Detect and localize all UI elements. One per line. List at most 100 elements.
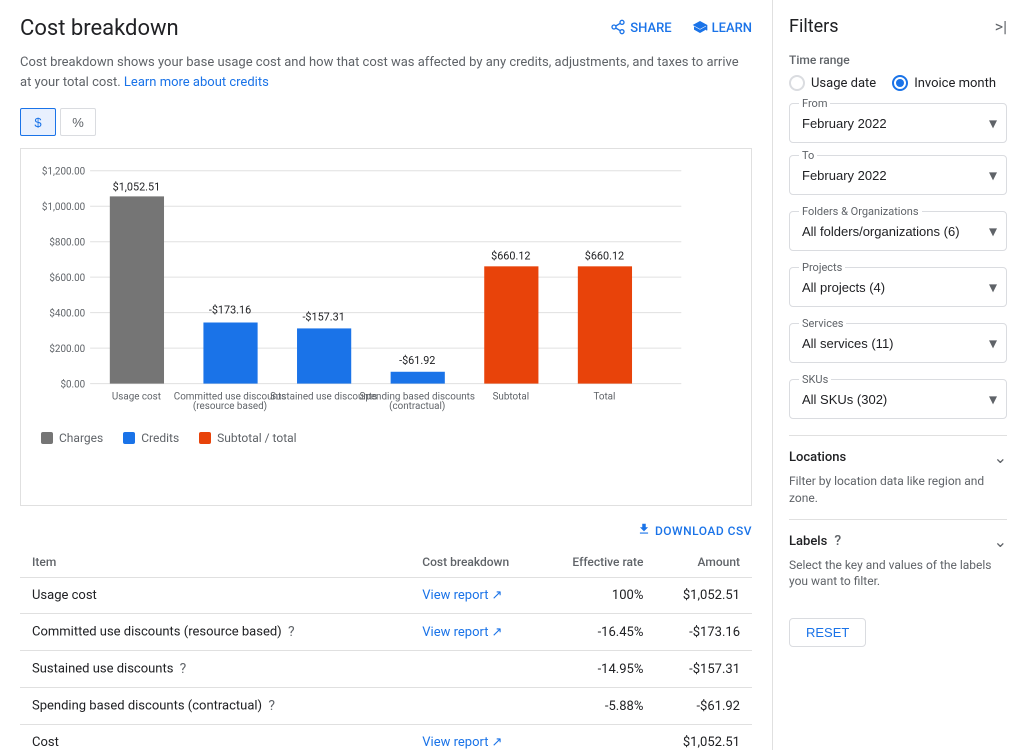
col-amount: Amount <box>655 547 752 578</box>
bar-chart: $1,200.00 $1,000.00 $800.00 $600.00 $400… <box>31 159 701 419</box>
usage-date-radio[interactable]: Usage date <box>789 75 876 91</box>
subtotal-legend-dot <box>199 432 211 444</box>
svg-text:$1,052.51: $1,052.51 <box>113 180 161 193</box>
learn-link[interactable]: LEARN <box>692 19 752 39</box>
svg-text:$0.00: $0.00 <box>60 380 85 391</box>
rate-committed: -16.45% <box>542 614 655 651</box>
svg-text:$400.00: $400.00 <box>49 309 85 320</box>
external-link-icon: ↗ <box>491 625 502 640</box>
percent-button[interactable]: % <box>60 108 96 136</box>
labels-chevron-icon: ⌄ <box>994 532 1007 551</box>
learn-icon <box>692 19 708 39</box>
to-label: To <box>799 149 817 162</box>
sidebar: Filters >| Time range Usage date Invoice… <box>773 0 1023 750</box>
amount-spending: -$61.92 <box>655 688 752 725</box>
locations-title: Locations <box>789 450 846 465</box>
cost-breakdown-usage: View report ↗ <box>410 578 542 614</box>
labels-header[interactable]: Labels ? ⌄ <box>789 532 1007 551</box>
currency-button[interactable]: $ <box>20 108 56 136</box>
folders-section: Folders & Organizations All folders/orga… <box>789 211 1007 251</box>
time-range-label: Time range <box>789 53 1007 67</box>
credits-legend-label: Credits <box>141 431 179 445</box>
to-select[interactable]: February 2022 <box>789 155 1007 195</box>
chart-controls: $ % <box>20 108 752 136</box>
svg-text:$1,200.00: $1,200.00 <box>42 167 85 178</box>
folders-label: Folders & Organizations <box>799 205 922 218</box>
col-cost-breakdown: Cost breakdown <box>410 547 542 578</box>
svg-text:-$173.16: -$173.16 <box>209 304 251 317</box>
external-link-icon: ↗ <box>491 588 502 603</box>
time-range-section: Time range Usage date Invoice month From… <box>789 53 1007 195</box>
services-section: Services All services (11) ▾ <box>789 323 1007 363</box>
skus-select-wrap: SKUs All SKUs (302) ▾ <box>789 379 1007 419</box>
download-icon <box>637 522 651 539</box>
help-icon-sustained[interactable]: ? <box>180 661 187 677</box>
labels-section: Labels ? ⌄ Select the key and values of … <box>789 519 1007 603</box>
invoice-month-radio[interactable]: Invoice month <box>892 75 996 91</box>
share-link[interactable]: SHARE <box>610 19 671 39</box>
amount-sustained: -$157.31 <box>655 651 752 688</box>
col-effective-rate: Effective rate <box>542 547 655 578</box>
svg-text:$600.00: $600.00 <box>49 273 85 284</box>
invoice-month-radio-circle <box>892 75 908 91</box>
legend-subtotal: Subtotal / total <box>199 431 296 445</box>
item-sustained: Sustained use discounts ? <box>20 651 410 688</box>
locations-header[interactable]: Locations ⌄ <box>789 448 1007 467</box>
download-csv-button[interactable]: DOWNLOAD CSV <box>637 522 752 539</box>
help-icon-committed[interactable]: ? <box>288 624 295 640</box>
table-row: Committed use discounts (resource based)… <box>20 614 752 651</box>
rate-usage: 100% <box>542 578 655 614</box>
view-report-cost-link[interactable]: View report ↗ <box>422 735 502 750</box>
view-report-usage-link[interactable]: View report ↗ <box>422 588 502 603</box>
sidebar-header: Filters >| <box>789 16 1007 37</box>
learn-more-link[interactable]: Learn more about credits <box>124 75 269 90</box>
services-select-wrap: Services All services (11) ▾ <box>789 323 1007 363</box>
svg-text:-$157.31: -$157.31 <box>302 311 344 324</box>
item-usage-cost: Usage cost <box>20 578 410 614</box>
svg-text:Usage cost: Usage cost <box>112 391 161 402</box>
labels-help-icon[interactable]: ? <box>834 533 841 549</box>
chart-container: $1,200.00 $1,000.00 $800.00 $600.00 $400… <box>20 148 752 506</box>
projects-select-wrap: Projects All projects (4) ▾ <box>789 267 1007 307</box>
rate-sustained: -14.95% <box>542 651 655 688</box>
subtotal-bar <box>484 266 538 383</box>
rate-spending: -5.88% <box>542 688 655 725</box>
locations-section: Locations ⌄ Filter by location data like… <box>789 435 1007 519</box>
svg-text:$660.12: $660.12 <box>491 249 530 262</box>
svg-text:$800.00: $800.00 <box>49 238 85 249</box>
svg-text:Total: Total <box>593 391 615 402</box>
projects-section: Projects All projects (4) ▾ <box>789 267 1007 307</box>
description: Cost breakdown shows your base usage cos… <box>20 53 752 92</box>
spending-discount-bar <box>391 372 445 384</box>
help-icon-spending[interactable]: ? <box>268 698 275 714</box>
usage-cost-bar <box>110 196 164 383</box>
to-select-wrap: To February 2022 ▾ <box>789 155 1007 195</box>
cost-breakdown-spending <box>410 688 542 725</box>
view-report-committed-link[interactable]: View report ↗ <box>422 625 502 640</box>
item-spending: Spending based discounts (contractual) ? <box>20 688 410 725</box>
rate-cost <box>542 725 655 750</box>
svg-text:-$61.92: -$61.92 <box>399 354 435 367</box>
cost-breakdown-committed: View report ↗ <box>410 614 542 651</box>
services-label: Services <box>799 317 846 330</box>
svg-text:(resource based): (resource based) <box>193 401 267 412</box>
folders-select-wrap: Folders & Organizations All folders/orga… <box>789 211 1007 251</box>
col-item: Item <box>20 547 410 578</box>
committed-discount-bar <box>203 323 257 384</box>
amount-cost: $1,052.51 <box>655 725 752 750</box>
time-range-radio-group: Usage date Invoice month <box>789 75 1007 91</box>
cost-table: Item Cost breakdown Effective rate Amoun… <box>20 547 752 750</box>
svg-text:$660.12: $660.12 <box>585 249 624 262</box>
charges-legend-label: Charges <box>59 431 103 445</box>
external-link-icon: ↗ <box>491 735 502 750</box>
reset-button[interactable]: RESET <box>789 618 866 647</box>
sidebar-close-button[interactable]: >| <box>995 17 1007 36</box>
main-content: Cost breakdown SHARE LEARN Cost breakdow… <box>0 0 773 750</box>
page-title: Cost breakdown <box>20 16 179 41</box>
chart-legend: Charges Credits Subtotal / total <box>31 423 701 445</box>
charges-legend-dot <box>41 432 53 444</box>
skus-section: SKUs All SKUs (302) ▾ <box>789 379 1007 419</box>
table-row: Spending based discounts (contractual) ?… <box>20 688 752 725</box>
legend-charges: Charges <box>41 431 103 445</box>
usage-date-radio-circle <box>789 75 805 91</box>
